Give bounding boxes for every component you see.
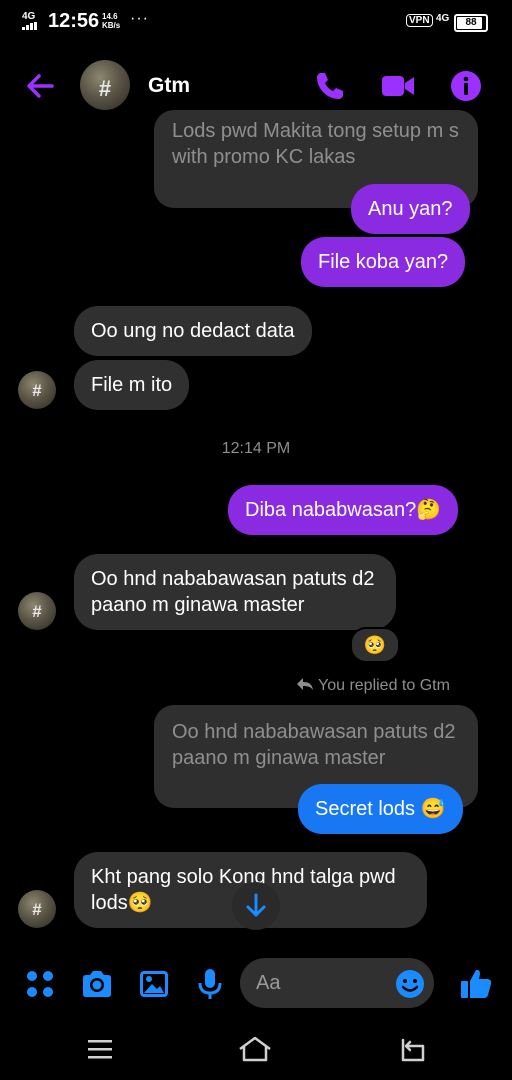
avatar-glyph: # xyxy=(98,76,112,101)
outgoing-message[interactable]: Secret lods 😅 xyxy=(298,784,463,834)
phone-call-icon[interactable] xyxy=(312,68,348,104)
outgoing-message[interactable]: File koba yan? xyxy=(301,237,466,287)
microphone-icon[interactable] xyxy=(192,966,228,1002)
message-timestamp: 12:14 PM xyxy=(221,440,291,457)
sender-avatar: # xyxy=(18,890,56,928)
reply-arrow-icon xyxy=(297,678,313,690)
chat-header: # Gtm xyxy=(0,56,512,116)
back-arrow-icon[interactable] xyxy=(22,68,58,104)
thumbs-up-icon[interactable] xyxy=(458,966,494,1002)
contact-name[interactable]: Gtm xyxy=(148,74,190,98)
arrow-down-icon xyxy=(246,893,266,917)
incoming-message[interactable]: File m ito xyxy=(74,360,190,410)
outgoing-message[interactable]: Anu yan? xyxy=(351,184,470,234)
avatar-glyph: # xyxy=(32,900,42,919)
camera-icon[interactable] xyxy=(79,966,115,1002)
gallery-icon[interactable] xyxy=(136,966,172,1002)
replied-indicator: You replied to Gtm xyxy=(296,677,450,695)
recent-apps-icon[interactable] xyxy=(83,1034,117,1064)
clock: 12:56 xyxy=(48,10,100,32)
avatar-glyph: # xyxy=(32,381,42,400)
contact-avatar[interactable]: # xyxy=(80,60,130,110)
speed-unit: KB/s xyxy=(102,21,121,30)
home-icon[interactable] xyxy=(238,1034,272,1064)
video-call-icon[interactable] xyxy=(380,68,416,104)
incoming-message[interactable]: Oo hnd nababawasan patuts d2 paano m gin… xyxy=(74,554,396,630)
battery-level: 88 xyxy=(465,17,477,28)
signal-indicator: 4G xyxy=(22,12,38,33)
network-speed: 14.6 KB/s xyxy=(102,12,120,30)
emoji-icon[interactable] xyxy=(394,968,426,1000)
battery-icon: 88 xyxy=(454,14,488,32)
outgoing-message[interactable]: Diba nababwasan?🤔 xyxy=(228,485,459,535)
signal-bars-icon xyxy=(22,22,37,30)
more-notifications-icon: ··· xyxy=(130,10,149,27)
vpn-badge: VPN xyxy=(406,14,433,27)
system-navigation-bar xyxy=(0,1020,512,1080)
avatar-glyph: # xyxy=(32,602,42,621)
speed-value: 14.6 xyxy=(102,12,118,21)
scroll-to-bottom-button[interactable] xyxy=(232,882,280,930)
status-bar: 4G 12:56 14.6 KB/s ··· VPN 4G 88 xyxy=(0,0,512,44)
message-reaction[interactable]: 🥺 xyxy=(350,627,400,663)
sender-avatar: # xyxy=(18,371,56,409)
network-type: 4G xyxy=(436,13,450,24)
incoming-message[interactable]: Oo ung no dedact data xyxy=(74,306,312,356)
composer-bar xyxy=(0,954,512,1014)
sender-avatar: # xyxy=(18,592,56,630)
back-nav-icon[interactable] xyxy=(394,1034,428,1064)
apps-menu-icon[interactable] xyxy=(22,966,58,1002)
signal-label: 4G xyxy=(22,11,36,22)
replied-text: You replied to Gtm xyxy=(318,677,450,694)
info-icon[interactable] xyxy=(448,68,484,104)
